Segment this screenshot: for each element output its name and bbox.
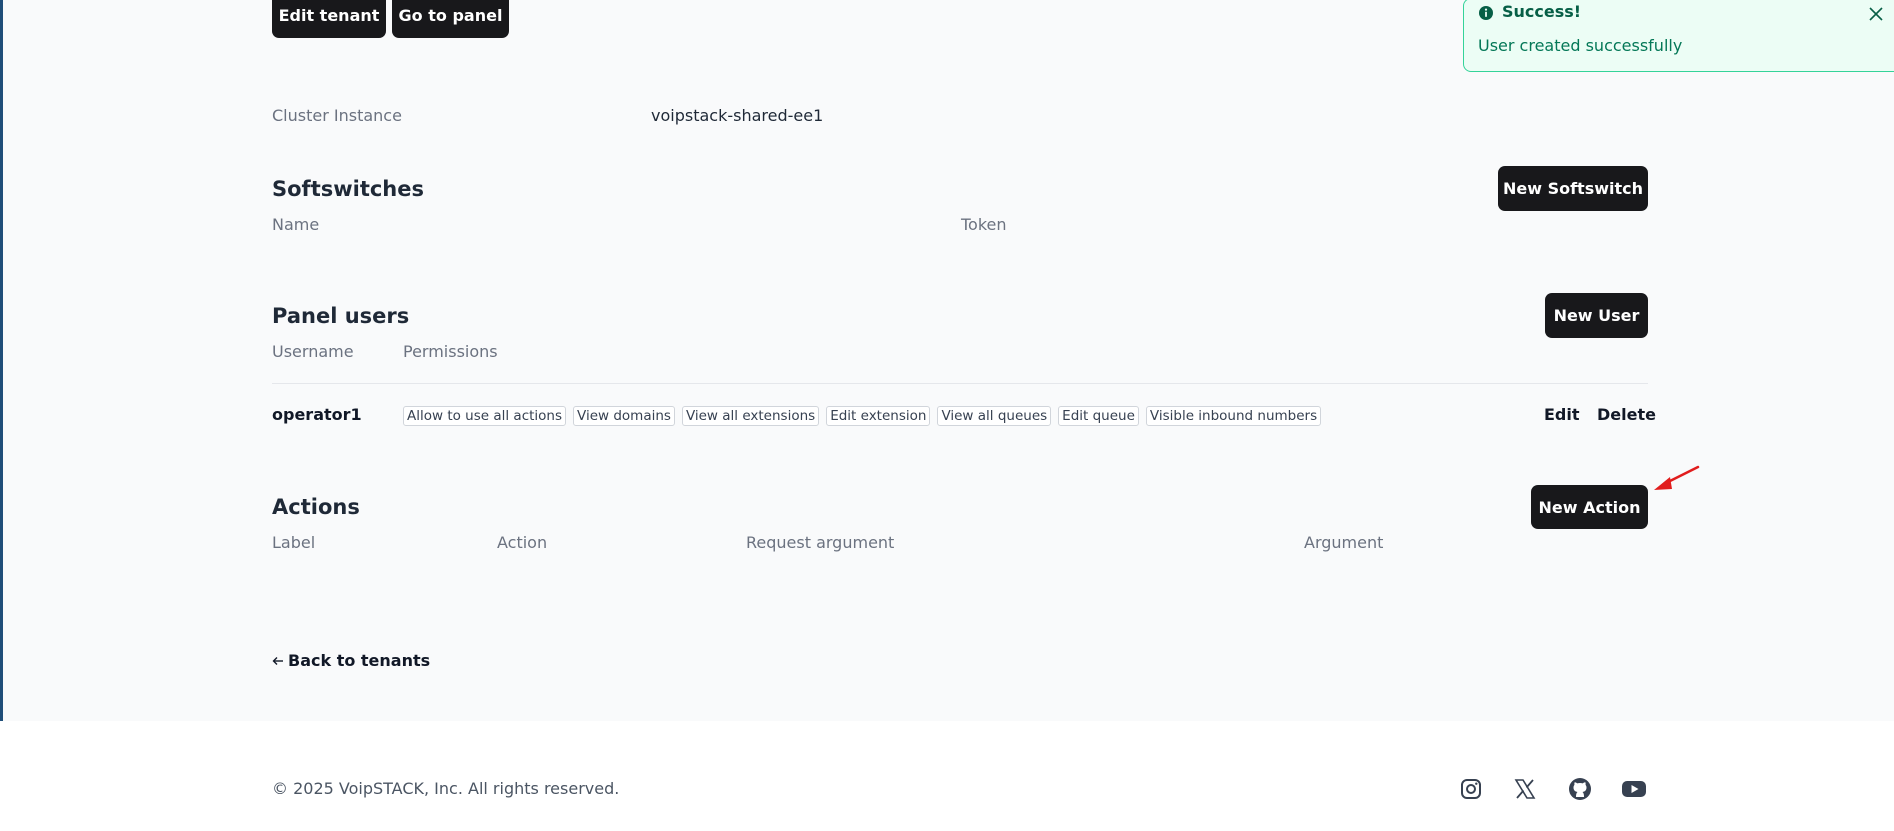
actions-col-request-argument: Request argument [746,533,895,552]
permission-badge: Allow to use all actions [403,406,567,426]
panel-users-title: Panel users [272,304,410,328]
arrow-left-icon [272,656,283,665]
back-to-tenants-link[interactable]: Back to tenants [272,651,430,670]
toast-title: Success! [1502,2,1582,21]
new-softswitch-button[interactable]: New Softswitch [1498,166,1648,211]
annotation-arrow [1654,465,1700,490]
github-icon[interactable] [1566,775,1594,803]
back-to-tenants-label: Back to tenants [288,651,431,670]
softswitches-col-name: Name [272,215,320,234]
actions-col-argument: Argument [1304,533,1384,552]
close-icon[interactable] [1867,5,1885,23]
toast-message: User created successfully [1478,36,1683,55]
success-toast: Success! User created successfully [1463,0,1894,72]
actions-title: Actions [272,495,360,519]
delete-user-link[interactable]: Delete [1597,405,1656,424]
permission-badge: View all queues [937,406,1052,426]
info-icon [1479,6,1493,20]
cluster-instance-value: voipstack-shared-ee1 [651,106,824,125]
permission-badge: Visible inbound numbers [1145,406,1322,426]
edit-user-link[interactable]: Edit [1544,405,1580,424]
permission-badge: Edit extension [826,406,931,426]
instagram-icon[interactable] [1457,775,1485,803]
go-to-panel-button[interactable]: Go to panel [392,0,509,38]
user-row-username: operator1 [272,405,362,424]
new-user-button[interactable]: New User [1545,293,1648,338]
softswitches-title: Softswitches [272,177,425,201]
panel-users-col-permissions: Permissions [403,342,498,361]
youtube-icon[interactable] [1620,775,1648,803]
softswitches-col-token: Token [961,215,1007,234]
copyright-text: © 2025 VoipSTACK, Inc. All rights reserv… [272,779,620,798]
left-border [0,0,3,721]
permission-badge: View domains [573,406,675,426]
user-row-permissions: Allow to use all actions View domains Vi… [403,406,1322,426]
cluster-instance-label: Cluster Instance [272,106,402,125]
actions-col-action: Action [497,533,548,552]
actions-col-label: Label [272,533,316,552]
permission-badge: Edit queue [1058,406,1139,426]
edit-tenant-button[interactable]: Edit tenant [272,0,386,38]
panel-users-divider [272,383,1648,384]
x-icon[interactable] [1511,775,1539,803]
panel-users-col-username: Username [272,342,354,361]
permission-badge: View all extensions [681,406,820,426]
new-action-button[interactable]: New Action [1531,485,1648,529]
footer [0,721,1894,831]
